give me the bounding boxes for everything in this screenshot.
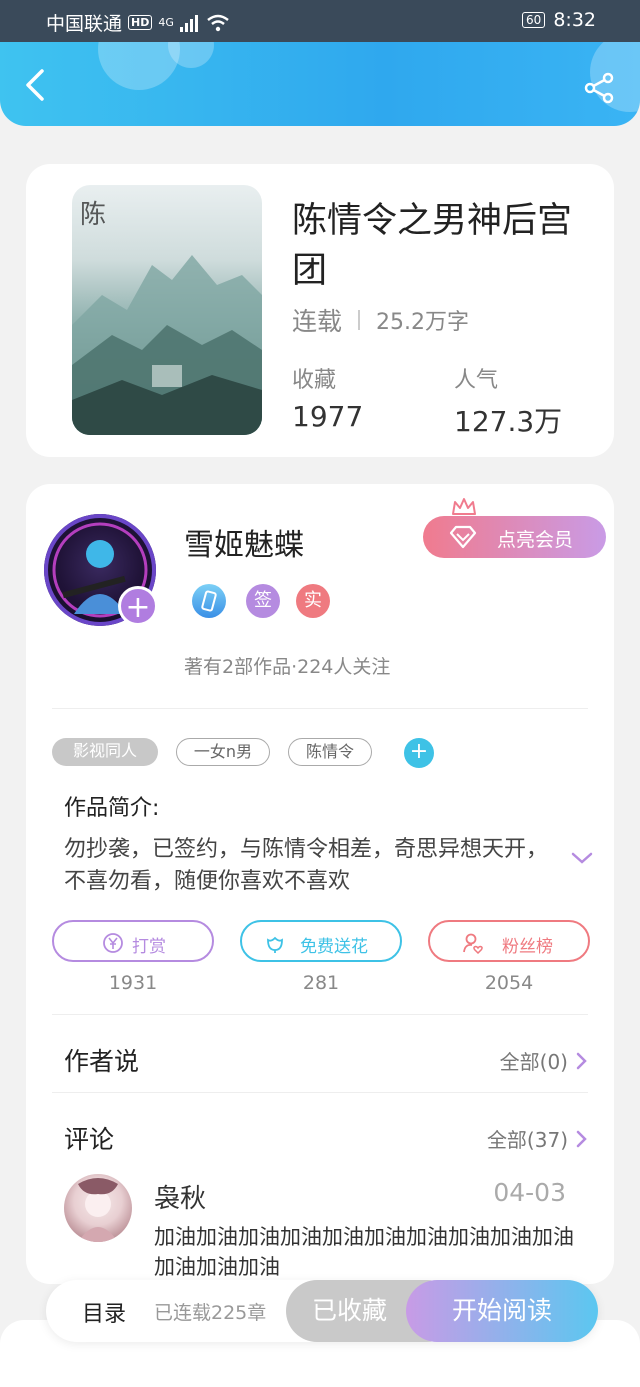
- popularity-value: 127.3万: [454, 405, 563, 438]
- follow-plus-button[interactable]: +: [118, 586, 158, 626]
- cover-landscape-image: 陈: [72, 200, 262, 435]
- divider: [52, 1014, 588, 1015]
- intro-text: 勿抄袭，已签约，与陈情令相差，奇思异想天开，不喜勿看，随便你喜欢不喜欢: [64, 837, 549, 894]
- add-tag-button[interactable]: +: [404, 738, 434, 768]
- book-info-card: 陈 陈情令之男神后宫团 连载 25.2万字 收藏 1977 人气 127.3万: [26, 164, 614, 457]
- chevron-right-icon: [576, 1052, 587, 1069]
- comments-more-label: 全部(37): [486, 1128, 568, 1152]
- book-cover[interactable]: 陈: [72, 185, 262, 435]
- commenter-name: 袅秋: [154, 1184, 207, 1214]
- serial-chapter-count: 已连载225章: [154, 1302, 267, 1324]
- status-bar: 中国联通 HD 4G 60 8:32: [0, 0, 640, 42]
- divider: [52, 708, 588, 709]
- start-reading-button[interactable]: 开始阅读: [406, 1280, 598, 1342]
- comment-text: 加油加油加油加油加油加油加油加油加油加油加油加油加油: [154, 1225, 574, 1279]
- verified-badge: 实: [296, 584, 330, 618]
- flower-count: 281: [302, 972, 340, 994]
- signal-icon: [179, 14, 198, 32]
- author-says-title: 作者说: [64, 1047, 140, 1076]
- tag-fandom[interactable]: 陈情令: [288, 738, 372, 766]
- fan-count: 2054: [484, 972, 534, 994]
- comment-date: 04-03: [493, 1178, 566, 1207]
- tip-count: 1931: [108, 972, 158, 994]
- vip-button-label: 点亮会员: [497, 529, 574, 551]
- favorites-value: 1977: [292, 400, 364, 433]
- tag-type[interactable]: 一女n男: [176, 738, 270, 766]
- book-meta: 连载 25.2万字: [292, 302, 469, 338]
- chevron-right-icon: [576, 1130, 587, 1147]
- carrier-label: 中国联通: [46, 13, 123, 35]
- table-of-contents-button[interactable]: 目录: [82, 1296, 126, 1328]
- comments-title: 评论: [64, 1125, 115, 1154]
- vip-button[interactable]: 点亮会员: [423, 516, 606, 558]
- battery-icon: 60: [522, 12, 546, 28]
- commenter-avatar[interactable]: [64, 1174, 132, 1242]
- diamond-icon: [449, 525, 477, 549]
- wifi-icon: [207, 14, 229, 31]
- phone-badge-icon: [192, 584, 226, 618]
- header: [0, 42, 640, 126]
- comments-more[interactable]: 全部(37): [487, 1124, 588, 1153]
- fan-ranking-button[interactable]: 粉丝榜: [428, 920, 590, 962]
- divider: [358, 310, 361, 330]
- author-card: + 雪姬魅蝶 点亮会员 签 实 著有2部作品·224人关注 影视同人 一女n男 …: [26, 484, 614, 1284]
- tip-label: 打赏: [132, 937, 166, 957]
- commenter-avatar-image: [78, 1178, 118, 1242]
- tip-button[interactable]: 打赏: [52, 920, 214, 962]
- book-title: 陈情令之男神后宫团: [292, 201, 573, 291]
- author-name: 雪姬魅蝶: [184, 528, 304, 563]
- author-stats: 著有2部作品·224人关注: [184, 656, 391, 678]
- crown-icon: [452, 498, 476, 515]
- favorites-label: 收藏: [292, 368, 337, 393]
- share-icon[interactable]: [584, 72, 616, 104]
- flower-icon: [267, 936, 283, 953]
- tag-genre[interactable]: 影视同人: [52, 738, 158, 766]
- send-flower-label: 免费送花: [300, 937, 368, 957]
- bottom-action-bar: 目录 已连载225章 已收藏 开始阅读: [46, 1280, 598, 1342]
- divider: [52, 1092, 588, 1093]
- chevron-down-icon[interactable]: [570, 850, 594, 866]
- network-type: 4G: [158, 16, 174, 29]
- intro-title: 作品简介:: [64, 796, 160, 821]
- popularity-label: 人气: [454, 368, 499, 393]
- hd-badge: HD: [128, 15, 153, 30]
- clock: 8:32: [553, 9, 596, 31]
- book-status: 连载: [292, 307, 343, 336]
- svg-text:陈: 陈: [80, 200, 106, 230]
- chevron-left-icon[interactable]: [22, 68, 50, 102]
- fan-user-icon: [463, 933, 483, 954]
- yuan-coin-icon: [103, 933, 123, 953]
- send-flower-button[interactable]: 免费送花: [240, 920, 402, 962]
- author-says-more-label: 全部(0): [499, 1050, 568, 1074]
- book-word-count: 25.2万字: [376, 310, 470, 335]
- author-says-more[interactable]: 全部(0): [500, 1046, 588, 1075]
- fan-ranking-label: 粉丝榜: [502, 937, 553, 957]
- signed-badge: 签: [246, 584, 280, 618]
